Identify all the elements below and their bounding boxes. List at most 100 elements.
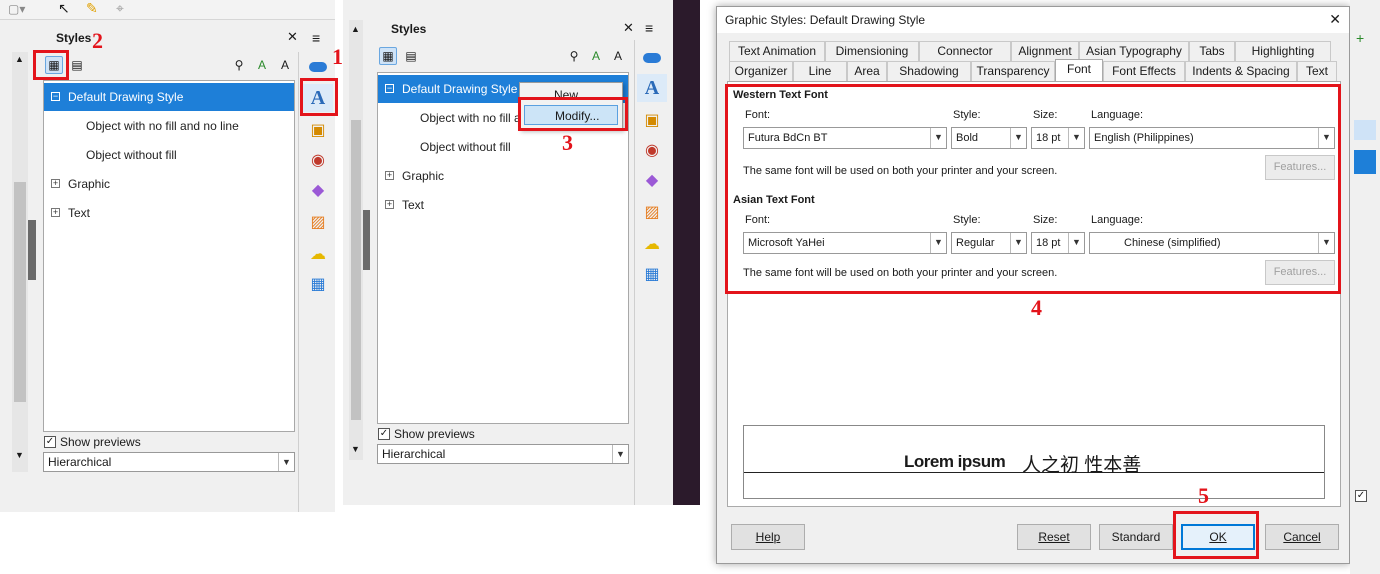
tab-shadowing[interactable]: Shadowing [887,61,971,81]
standard-button[interactable]: Standard [1099,524,1173,550]
scroll-thumb[interactable] [14,182,26,402]
help-button[interactable]: Help [731,524,805,550]
slide-canvas [700,0,716,574]
tab-tabs[interactable]: Tabs [1189,41,1235,61]
list-item-label: Text [68,206,91,220]
scroll-up-icon[interactable]: ▲ [15,54,24,64]
right-app-strip: + ✓ [1350,0,1380,574]
filter-value: Hierarchical [382,447,446,461]
sidebar-collapse-handle[interactable] [28,220,36,280]
preview-asian-text: 人之初 性本善 [1022,455,1142,476]
list-item[interactable]: Object without fill [378,133,628,161]
styles-deck-icon[interactable]: A [637,74,667,102]
panel-title: Styles [391,22,427,36]
expand-icon[interactable]: + [385,171,394,180]
sidebar-collapse-handle[interactable] [363,210,370,270]
drawing-styles-icon[interactable]: ▦ [379,47,397,65]
list-item-label: Object without fill [420,140,511,154]
expand-icon[interactable]: + [51,179,60,188]
dialog-title: Graphic Styles: Default Drawing Style [717,7,1349,33]
collapse-icon[interactable]: − [385,84,394,93]
close-icon[interactable]: ✕ [623,20,634,36]
styles-deck-icon[interactable] [1354,120,1376,140]
new-style-icon[interactable]: A [587,47,605,65]
list-item-label: Graphic [68,177,111,191]
tab-font[interactable]: Font [1055,59,1103,81]
fill-format-icon[interactable]: ⚲ [230,56,248,74]
reset-label: Reset [1038,530,1070,544]
tab-dimensioning[interactable]: Dimensioning [825,41,919,61]
list-item[interactable]: + Text [378,191,628,219]
shapes-deck-icon[interactable]: ◆ [639,168,665,192]
update-style-icon[interactable]: A [276,56,294,74]
animation-deck-icon[interactable]: ☁ [639,232,665,256]
callout-box-4 [725,84,1341,294]
scroll-down-icon[interactable]: ▼ [15,450,24,460]
collapse-icon[interactable]: − [51,92,60,101]
scroll-thumb[interactable] [351,120,361,420]
tab-organizer[interactable]: Organizer [729,61,793,81]
presentation-styles-icon[interactable]: ▤ [68,56,86,74]
tab-text[interactable]: Text [1297,61,1337,81]
new-style-icon[interactable]: A [253,56,271,74]
update-style-icon[interactable]: A [609,47,627,65]
callout-number-1: 1 [332,44,343,69]
close-icon[interactable]: ✕ [1329,11,1341,28]
tab-highlighting[interactable]: Highlighting [1235,41,1331,61]
list-item[interactable]: + Graphic [378,162,628,190]
list-item[interactable]: + Graphic [44,170,294,198]
tab-text-animation[interactable]: Text Animation [729,41,825,61]
filter-select[interactable]: Hierarchical ▼ [43,452,295,472]
chevron-down-icon: ▼ [278,453,294,471]
add-icon[interactable]: + [1356,30,1364,46]
gallery-deck-icon[interactable]: ▣ [639,108,665,132]
checkbox-fragment[interactable]: ✓ [1355,490,1367,502]
scroll-down-icon[interactable]: ▼ [351,444,360,454]
tab-asian-typography[interactable]: Asian Typography [1079,41,1189,61]
close-icon[interactable]: ✕ [287,29,298,45]
tab-line[interactable]: Line [793,61,847,81]
menu-icon[interactable]: ≡ [312,30,320,46]
tab-connector[interactable]: Connector [919,41,1011,61]
list-item[interactable]: Object without fill [44,141,294,169]
styles-panel-middle: ▲ ▼ Styles ✕ ≡ ▦ ▤ ⚲ A A − Default Drawi… [343,0,673,505]
tab-alignment[interactable]: Alignment [1011,41,1079,61]
outer-scrollbar[interactable]: ▲ ▼ [12,52,28,472]
menu-icon[interactable]: ≡ [645,20,653,36]
pointer-icon[interactable]: ↖ [58,0,70,17]
tab-font-effects[interactable]: Font Effects [1103,61,1185,81]
pencil-icon[interactable]: ✎ [86,0,98,17]
list-item[interactable]: + Text [44,199,294,227]
properties-deck-icon[interactable] [639,46,665,70]
font-preview: Lorem ipsum 人之初 性本善 [743,425,1325,499]
list-item[interactable]: − Default Drawing Style [44,83,294,111]
show-previews-checkbox[interactable]: ✓ [378,428,390,440]
tab-area[interactable]: Area [847,61,887,81]
callout-number-3: 3 [562,130,573,155]
callout-box-1 [300,78,338,116]
callout-number-5: 5 [1198,483,1209,508]
callout-box-3 [518,97,628,131]
master-slides-icon[interactable]: ▦ [639,262,665,286]
chevron-down-icon: ▼ [612,445,628,463]
scroll-up-icon[interactable]: ▲ [351,24,360,34]
tool-icon[interactable]: ▢▾ [8,2,25,16]
list-item[interactable]: Object with no fill and no line [44,112,294,140]
presentation-styles-icon[interactable]: ▤ [402,47,420,65]
list-item-label: Default Drawing Style [402,82,518,96]
list-item-label: Object without fill [86,148,177,162]
tab-indents-spacing[interactable]: Indents & Spacing [1185,61,1297,81]
show-previews-checkbox[interactable]: ✓ [44,436,56,448]
cancel-button[interactable]: Cancel [1265,524,1339,550]
navigator-deck-icon[interactable]: ◉ [639,138,665,162]
tab-transparency[interactable]: Transparency [971,61,1055,81]
outer-scrollbar[interactable]: ▲ ▼ [349,20,363,460]
deck-divider [298,52,335,512]
reset-button[interactable]: Reset [1017,524,1091,550]
fill-format-icon[interactable]: ⚲ [565,47,583,65]
pin-icon[interactable]: ⌖ [116,0,124,17]
expand-icon[interactable]: + [385,200,394,209]
filter-select[interactable]: Hierarchical ▼ [377,444,629,464]
slide-transition-icon[interactable]: ▨ [639,200,665,224]
expand-icon[interactable]: + [51,208,60,217]
